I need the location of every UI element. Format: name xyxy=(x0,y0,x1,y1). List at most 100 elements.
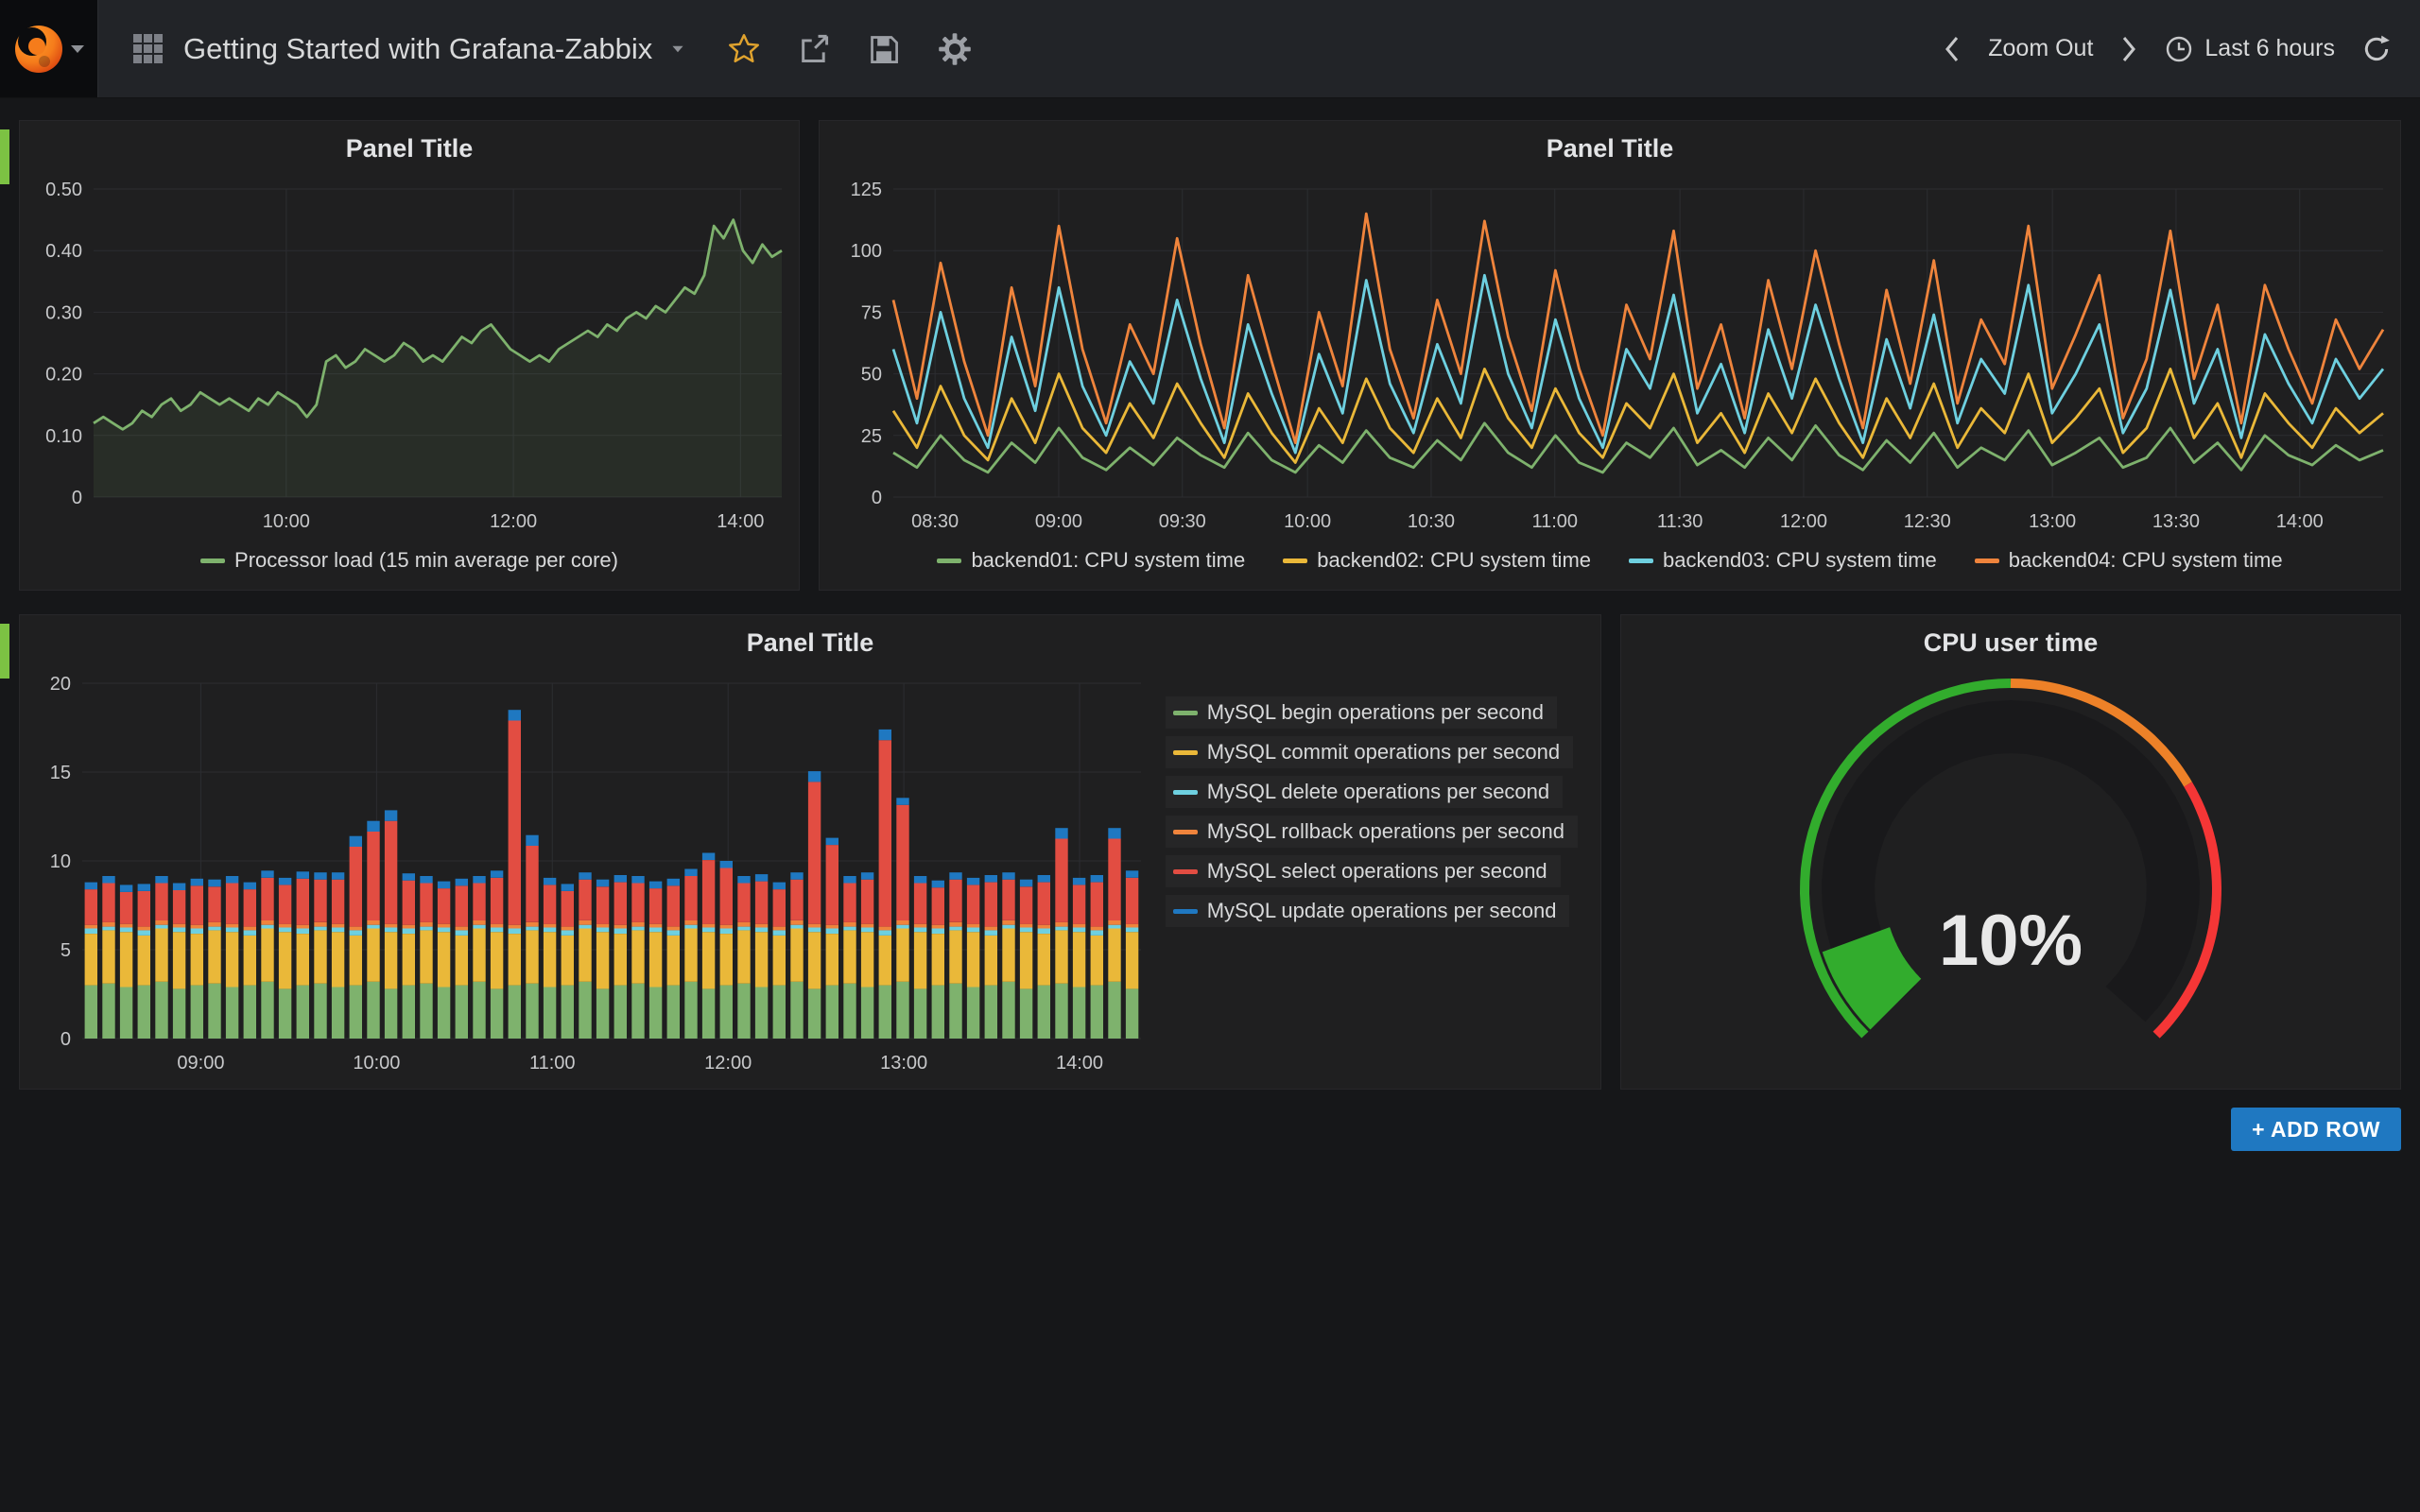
time-picker-button[interactable]: Last 6 hours xyxy=(2165,35,2335,63)
grafana-logo-icon xyxy=(13,24,64,75)
legend-series-color xyxy=(1173,869,1198,874)
panel-cpu-system-time: Panel Title 025507510012508:3009:0009:30… xyxy=(819,120,2401,591)
chevron-down-icon xyxy=(673,45,683,51)
zoom-out-button[interactable]: Zoom Out xyxy=(1988,35,2093,62)
legend-series-label: backend02: CPU system time xyxy=(1317,548,1591,573)
legend-series-color xyxy=(1173,909,1198,914)
svg-text:10:00: 10:00 xyxy=(1284,511,1331,532)
time-back-button[interactable] xyxy=(1943,34,1962,64)
legend-series-label: Processor load (15 min average per core) xyxy=(234,548,618,573)
cpu-system-time-chart[interactable]: 025507510012508:3009:0009:3010:0010:3011… xyxy=(820,176,2400,539)
svg-text:14:00: 14:00 xyxy=(2276,511,2324,532)
svg-text:20: 20 xyxy=(50,674,71,695)
legend-item[interactable]: backend01: CPU system time xyxy=(937,548,1245,573)
svg-text:10:00: 10:00 xyxy=(263,511,310,532)
svg-text:14:00: 14:00 xyxy=(717,511,764,532)
clock-icon xyxy=(2165,35,2193,63)
svg-text:08:30: 08:30 xyxy=(911,511,959,532)
legend-series-label: backend01: CPU system time xyxy=(971,548,1245,573)
svg-text:50: 50 xyxy=(861,365,882,386)
svg-text:12:00: 12:00 xyxy=(1780,511,1827,532)
svg-text:0.10: 0.10 xyxy=(45,426,82,447)
svg-text:125: 125 xyxy=(851,180,882,200)
svg-text:0.50: 0.50 xyxy=(45,180,82,200)
refresh-button[interactable] xyxy=(2361,34,2392,64)
time-forward-button[interactable] xyxy=(2119,34,2138,64)
svg-text:0.20: 0.20 xyxy=(45,365,82,386)
svg-text:11:00: 11:00 xyxy=(529,1053,576,1074)
panel-title[interactable]: Panel Title xyxy=(820,121,2400,176)
share-icon xyxy=(798,33,830,65)
legend-series-label: MySQL select operations per second xyxy=(1207,859,1547,884)
processor-load-chart[interactable]: 00.100.200.300.400.5010:0012:0014:00 xyxy=(20,176,799,539)
svg-text:100: 100 xyxy=(851,241,882,262)
legend-series-label: backend03: CPU system time xyxy=(1663,548,1937,573)
svg-text:11:00: 11:00 xyxy=(1531,511,1578,532)
legend-series-color xyxy=(937,558,961,563)
legend-item[interactable]: Processor load (15 min average per core) xyxy=(200,548,618,573)
legend-series-color xyxy=(1283,558,1307,563)
legend-item[interactable]: MySQL commit operations per second xyxy=(1166,736,1573,768)
share-button[interactable] xyxy=(798,33,830,65)
legend-series-color xyxy=(1173,830,1198,834)
svg-text:14:00: 14:00 xyxy=(1056,1053,1103,1074)
legend-item[interactable]: MySQL rollback operations per second xyxy=(1166,816,1578,848)
legend-series-label: backend04: CPU system time xyxy=(2009,548,2283,573)
chevron-left-icon xyxy=(1943,34,1962,64)
panel-title[interactable]: CPU user time xyxy=(1621,615,2400,670)
refresh-icon xyxy=(2361,34,2392,64)
svg-text:13:30: 13:30 xyxy=(2152,511,2200,532)
svg-text:0: 0 xyxy=(872,488,882,508)
legend-item[interactable]: backend02: CPU system time xyxy=(1283,548,1591,573)
legend-series-color xyxy=(1173,711,1198,715)
grafana-logo-menu[interactable] xyxy=(0,0,98,97)
legend: backend01: CPU system time backend02: CPU… xyxy=(820,539,2400,582)
time-controls: Zoom Out Last 6 hours xyxy=(1943,34,2420,64)
row-handle[interactable] xyxy=(0,624,9,679)
legend-series-color xyxy=(1975,558,1999,563)
row-handle[interactable] xyxy=(0,129,9,184)
panel-title[interactable]: Panel Title xyxy=(20,615,1600,670)
svg-text:13:00: 13:00 xyxy=(880,1053,927,1074)
legend: Processor load (15 min average per core) xyxy=(20,539,799,582)
panel-cpu-user-time: CPU user time 10% xyxy=(1620,614,2401,1090)
save-button[interactable] xyxy=(868,33,900,65)
svg-text:5: 5 xyxy=(60,940,71,961)
legend-series-label: MySQL begin operations per second xyxy=(1207,700,1544,725)
legend-item[interactable]: backend03: CPU system time xyxy=(1629,548,1937,573)
star-button[interactable] xyxy=(728,33,760,65)
svg-text:10: 10 xyxy=(50,851,71,872)
legend-item[interactable]: MySQL select operations per second xyxy=(1166,855,1561,887)
settings-button[interactable] xyxy=(938,32,972,66)
legend-series-label: MySQL commit operations per second xyxy=(1207,740,1560,765)
chevron-down-icon xyxy=(71,45,84,53)
mysql-operations-chart[interactable]: 0510152009:0010:0011:0012:0013:0014:00 xyxy=(20,670,1166,1084)
cpu-user-time-gauge[interactable]: 10% xyxy=(1621,670,2400,1084)
svg-text:11:30: 11:30 xyxy=(1657,511,1703,532)
svg-text:10:30: 10:30 xyxy=(1408,511,1455,532)
panel-title[interactable]: Panel Title xyxy=(20,121,799,176)
legend-item[interactable]: backend04: CPU system time xyxy=(1975,548,2283,573)
legend: MySQL begin operations per second MySQL c… xyxy=(1166,670,1600,1091)
chevron-right-icon xyxy=(2119,34,2138,64)
svg-text:12:30: 12:30 xyxy=(1904,511,1951,532)
star-icon xyxy=(728,33,760,65)
save-icon xyxy=(868,33,900,65)
gear-icon xyxy=(938,32,972,66)
svg-text:13:00: 13:00 xyxy=(2029,511,2076,532)
legend-series-label: MySQL rollback operations per second xyxy=(1207,819,1564,844)
svg-text:09:30: 09:30 xyxy=(1159,511,1206,532)
svg-text:15: 15 xyxy=(50,763,71,783)
legend-item[interactable]: MySQL begin operations per second xyxy=(1166,696,1557,729)
dashboard-picker[interactable]: Getting Started with Grafana-Zabbix xyxy=(98,0,718,97)
navbar: Getting Started with Grafana-Zabbix xyxy=(0,0,2420,98)
dashboard-title[interactable]: Getting Started with Grafana-Zabbix xyxy=(183,32,652,66)
legend-series-color xyxy=(200,558,225,563)
svg-text:0: 0 xyxy=(72,488,82,508)
legend-item[interactable]: MySQL update operations per second xyxy=(1166,895,1570,927)
legend-item[interactable]: MySQL delete operations per second xyxy=(1166,776,1563,808)
add-row-button[interactable]: + ADD ROW xyxy=(2231,1108,2401,1151)
svg-text:12:00: 12:00 xyxy=(704,1053,752,1074)
time-range-label: Last 6 hours xyxy=(2204,35,2335,62)
svg-text:75: 75 xyxy=(861,302,882,323)
